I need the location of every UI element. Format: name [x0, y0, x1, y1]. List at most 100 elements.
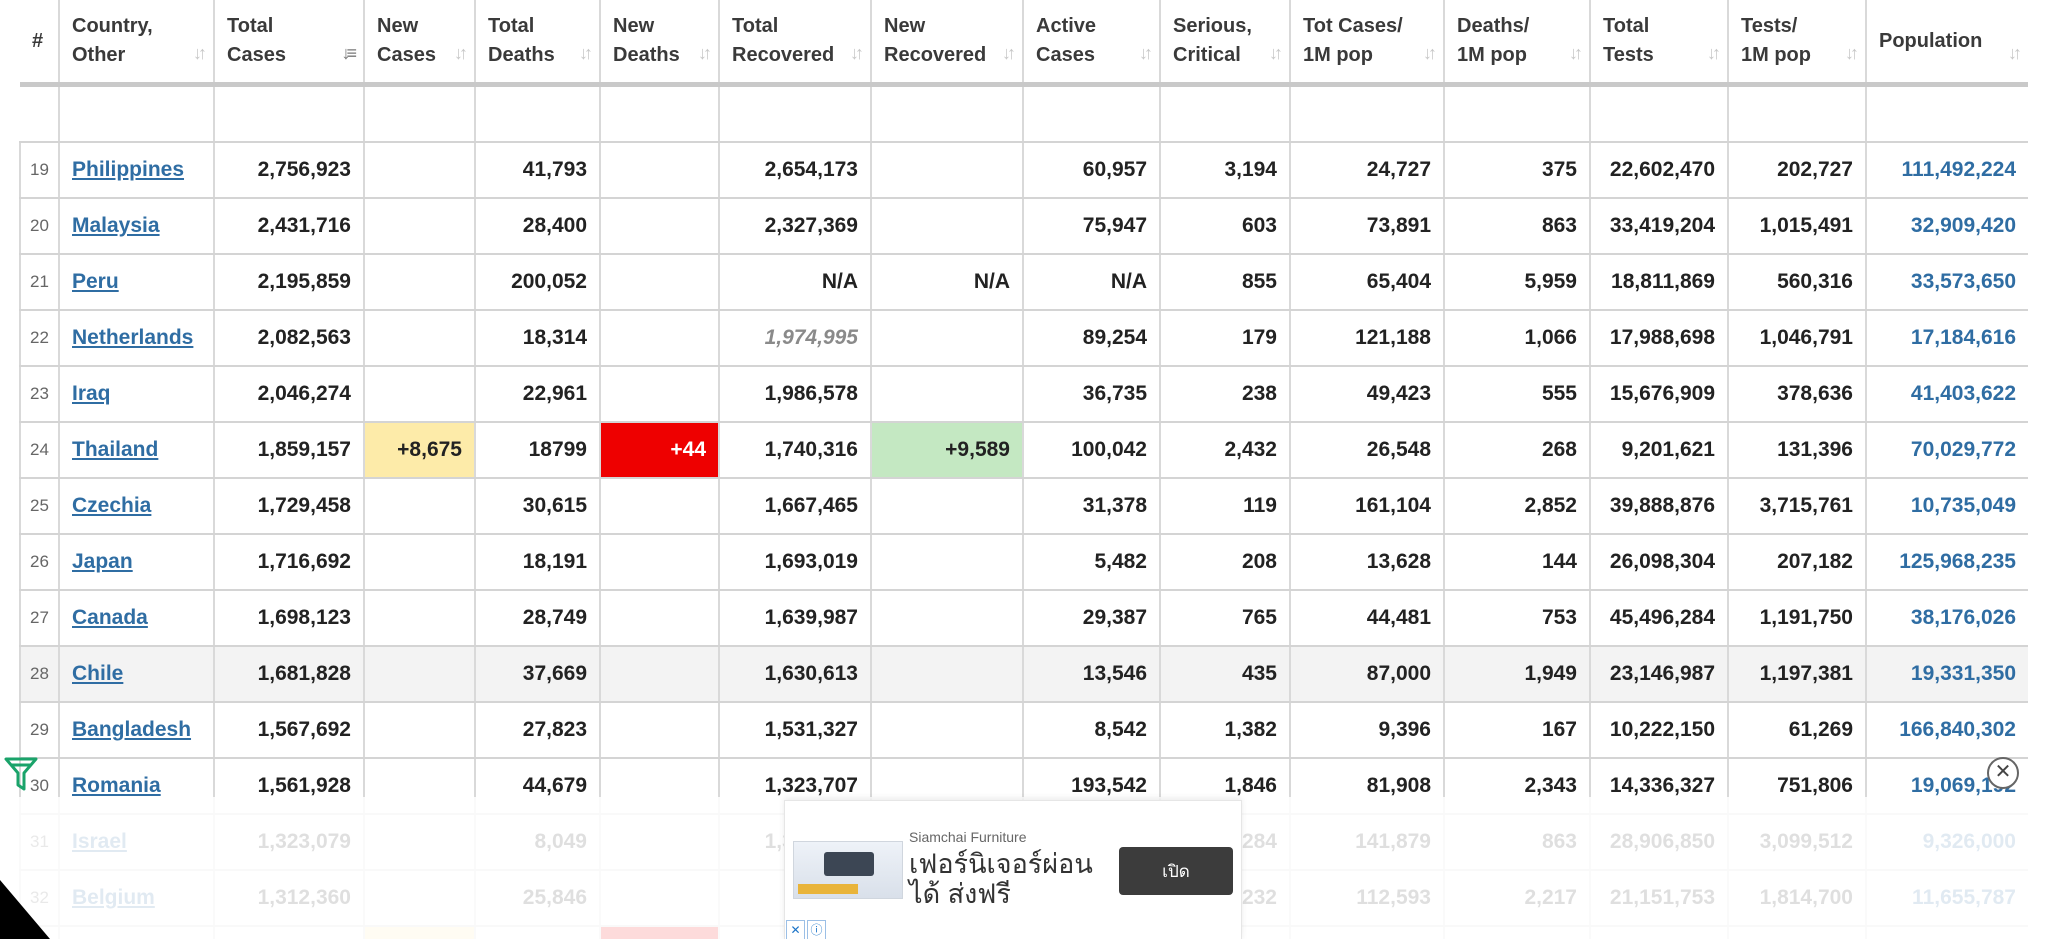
sort-arrows-icon[interactable]: ↓↑ [454, 39, 468, 68]
header-active-cases[interactable]: Active Cases ↓↑ [1023, 0, 1161, 87]
cell-population[interactable]: 10,735,049 [1866, 478, 2028, 535]
cell-cases-per-1m: 73,891 [1290, 198, 1445, 255]
cell-country: Iraq [59, 366, 215, 423]
cell-deaths-per-1m: 555 [1444, 366, 1591, 423]
country-link[interactable]: Iraq [72, 382, 111, 405]
cell-population[interactable]: 70,029,772 [1866, 422, 2028, 479]
sort-arrows-icon[interactable]: ↓↑ [1845, 39, 1859, 68]
country-link[interactable]: Netherlands [72, 326, 193, 349]
cell-deaths-per-1m: 1,066 [1444, 310, 1591, 367]
cell-population[interactable]: 32,909,420 [1866, 198, 2028, 255]
spacer-cell [600, 84, 720, 143]
country-link[interactable]: Canada [72, 606, 148, 629]
cell-total-tests: 26,098,304 [1590, 534, 1729, 591]
header-tests-per-1m[interactable]: Tests/ 1M pop ↓↑ [1728, 0, 1867, 87]
country-link[interactable]: Peru [72, 270, 119, 293]
cell-new-recovered [871, 310, 1024, 367]
cell-new-cases [364, 702, 476, 759]
ad-headline[interactable]: เฟอร์นิเจอร์ผ่อน ได้ ส่งฟรี [909, 849, 1099, 909]
cell-new-cases [364, 198, 476, 255]
header-label: Serious, Critical [1173, 15, 1252, 66]
spacer-cell [214, 84, 365, 143]
sort-arrows-icon[interactable]: ↓↑ [1002, 39, 1016, 68]
cell-population[interactable]: 19,331,350 [1866, 646, 2028, 703]
cell-new-cases [364, 646, 476, 703]
table-row[interactable]: 23 Iraq 2,046,274 22,961 1,986,578 36,735 238 4… [19, 366, 2028, 423]
cell-deaths-per-1m: 144 [1444, 534, 1591, 591]
cell-serious-critical: 3,194 [1160, 142, 1291, 199]
country-link[interactable]: Romania [72, 774, 161, 797]
table-row[interactable]: 22 Netherlands 2,082,563 18,314 1,974,995 89,… [19, 310, 2028, 367]
cell-total-deaths: 18,314 [475, 310, 601, 367]
cell-country: Philippines [59, 142, 215, 199]
cell-total-deaths: 18799 [475, 422, 601, 479]
sort-arrows-icon[interactable]: ↓↑ [1139, 39, 1153, 68]
cell-new-recovered [871, 646, 1024, 703]
table-row[interactable]: 19 Philippines 2,756,923 41,793 2,654,173 60,… [19, 142, 2028, 199]
header-deaths-per-1m[interactable]: Deaths/ 1M pop ↓↑ [1444, 0, 1591, 87]
cell-population[interactable]: 41,403,622 [1866, 366, 2028, 423]
cell-population[interactable]: 125,968,235 [1866, 534, 2028, 591]
header-label: New Deaths [613, 15, 680, 66]
header-new-cases[interactable]: New Cases ↓↑ [364, 0, 476, 87]
header-serious-critical[interactable]: Serious, Critical ↓↑ [1160, 0, 1291, 87]
sort-arrows-icon[interactable]: ↓↑ [2008, 39, 2022, 68]
sort-arrows-icon[interactable]: ↓↑ [850, 39, 864, 68]
ad-choices-close-icon[interactable]: ✕ [786, 920, 805, 939]
cell-population[interactable]: 38,176,026 [1866, 590, 2028, 647]
header-cases-per-1m[interactable]: Tot Cases/ 1M pop ↓↑ [1290, 0, 1445, 87]
header-label: Country, Other [72, 15, 153, 66]
cell-population[interactable]: 17,184,616 [1866, 310, 2028, 367]
country-link[interactable]: Chile [72, 662, 123, 685]
table-row[interactable]: 26 Japan 1,716,692 18,191 1,693,019 5,482 208 1… [19, 534, 2028, 591]
table-row[interactable]: 24 Thailand 1,859,157 +8,675 18799 +44 1,740,3… [19, 422, 2028, 479]
ad-close-icon[interactable]: ✕ [1987, 757, 2019, 789]
cell-country: Thailand [59, 422, 215, 479]
cell-new-deaths [600, 366, 720, 423]
cell-rank: 22 [19, 310, 60, 367]
ad-product-image[interactable] [793, 841, 903, 899]
table-row[interactable]: 20 Malaysia 2,431,716 28,400 2,327,369 75,947… [19, 198, 2028, 255]
country-link[interactable]: Bangladesh [72, 718, 191, 741]
header-new-recovered[interactable]: New Recovered ↓↑ [871, 0, 1024, 87]
ad-open-button[interactable]: เปิด [1119, 847, 1233, 895]
cell-tests-per-1m: 3,715,761 [1728, 478, 1867, 535]
country-link[interactable]: Czechia [72, 494, 151, 517]
sort-arrows-icon[interactable]: ↓↑ [1569, 39, 1583, 68]
table-row[interactable]: 28 Chile 1,681,828 37,669 1,630,613 13,546 435… [19, 646, 2028, 703]
cell-population[interactable]: 166,840,302 [1866, 702, 2028, 759]
sort-arrows-icon[interactable]: ↓≡ [341, 39, 356, 68]
table-row[interactable]: 25 Czechia 1,729,458 30,615 1,667,465 31,378 1… [19, 478, 2028, 535]
header-total-deaths[interactable]: Total Deaths ↓↑ [475, 0, 601, 87]
sort-arrows-icon[interactable]: ↓↑ [1707, 39, 1721, 68]
ad-choices-info-icon[interactable]: ⓘ [807, 920, 826, 939]
table-row[interactable]: 29 Bangladesh 1,567,692 27,823 1,531,327 8,54… [19, 702, 2028, 759]
sort-arrows-icon[interactable]: ↓↑ [579, 39, 593, 68]
ad-choices[interactable]: ✕ ⓘ [786, 920, 826, 939]
country-link[interactable]: Philippines [72, 158, 184, 181]
feedback-funnel-icon[interactable] [4, 755, 38, 793]
header-total-recovered[interactable]: Total Recovered ↓↑ [719, 0, 872, 87]
header-total-cases[interactable]: Total Cases ↓≡ [214, 0, 365, 87]
sort-arrows-icon[interactable]: ↓↑ [698, 39, 712, 68]
header-country[interactable]: Country, Other ↓↑ [59, 0, 215, 87]
header-population[interactable]: Population ↓↑ [1866, 0, 2028, 87]
ad-banner[interactable]: Siamchai Furniture เฟอร์นิเจอร์ผ่อน ได้ … [784, 800, 1242, 939]
header-new-deaths[interactable]: New Deaths ↓↑ [600, 0, 720, 87]
cell-new-cases: +8,675 [364, 422, 476, 479]
sofa-shape [824, 852, 874, 876]
sort-arrows-icon[interactable]: ↓↑ [1269, 39, 1283, 68]
table-row[interactable]: 27 Canada 1,698,123 28,749 1,639,987 29,387 76… [19, 590, 2028, 647]
cell-country: Czechia [59, 478, 215, 535]
cell-population[interactable]: 33,573,650 [1866, 254, 2028, 311]
sort-arrows-icon[interactable]: ↓↑ [193, 39, 207, 68]
country-link[interactable]: Thailand [72, 438, 158, 461]
cell-total-deaths: 41,793 [475, 142, 601, 199]
header-total-tests[interactable]: Total Tests ↓↑ [1590, 0, 1729, 87]
table-row[interactable]: 21 Peru 2,195,859 200,052 N/A N/A N/A 855 65,404… [19, 254, 2028, 311]
country-link[interactable]: Japan [72, 550, 133, 573]
cell-total-tests: 23,146,987 [1590, 646, 1729, 703]
country-link[interactable]: Malaysia [72, 214, 160, 237]
cell-population[interactable]: 111,492,224 [1866, 142, 2028, 199]
sort-arrows-icon[interactable]: ↓↑ [1423, 39, 1437, 68]
